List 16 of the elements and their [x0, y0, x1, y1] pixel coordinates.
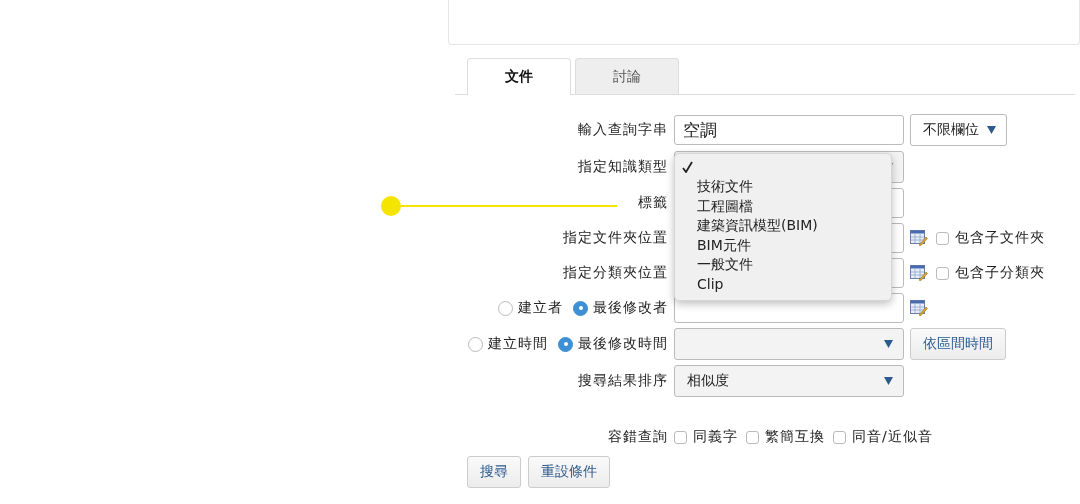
checkbox-label: 包含子文件夾: [955, 229, 1045, 247]
field-label: 輸入查詢字串: [578, 121, 668, 139]
checkbox-label: 包含子分類夾: [955, 264, 1045, 282]
field-label: 容錯查詢: [608, 428, 668, 446]
radio-label: 建立者: [518, 299, 563, 317]
checkbox-label: 同音/近似音: [852, 428, 933, 446]
checkbox-label: 同義字: [693, 428, 738, 446]
field-label: 搜尋結果排序: [578, 372, 668, 390]
radio-label: 最後修改時間: [578, 335, 668, 353]
field-label: 指定文件夾位置: [563, 229, 668, 247]
field-label: 指定分類夾位置: [563, 264, 668, 282]
radio-label: 建立時間: [488, 335, 548, 353]
checkbox-label: 繁簡互換: [765, 428, 825, 446]
field-label: 指定知識類型: [578, 158, 668, 176]
field-label: 標籤: [638, 194, 668, 212]
radio-label: 最後修改者: [593, 299, 668, 317]
